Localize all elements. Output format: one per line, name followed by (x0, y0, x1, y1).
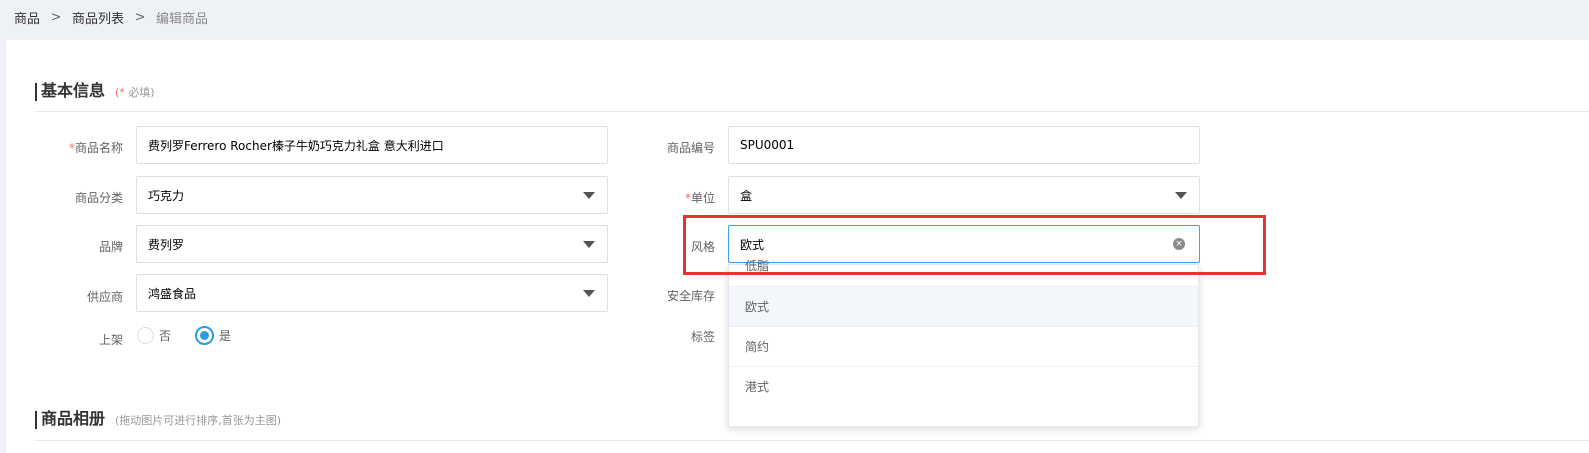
on-shelf-option-yes: 是 (219, 329, 232, 343)
caret-down-icon (583, 192, 595, 199)
on-shelf-option-no: 否 (159, 329, 172, 343)
unit-value: 盒 (740, 188, 753, 203)
supplier-label: 供应商 (86, 290, 123, 304)
basic-info-heading: 基本信息 (41, 81, 106, 100)
album-heading: 商品相册 (41, 409, 106, 428)
unit-select[interactable]: 盒 (728, 176, 1200, 214)
on-shelf-radio-yes[interactable]: 是 (195, 326, 231, 345)
on-shelf-radio-no[interactable]: 否 (137, 327, 171, 344)
product-code-label: 商品编号 (666, 141, 715, 155)
brand-value: 费列罗 (148, 237, 185, 252)
caret-down-icon (1175, 192, 1187, 199)
tags-label: 标签 (690, 330, 715, 344)
highlight-box (683, 215, 1266, 275)
chevron-right-icon: > (134, 10, 146, 25)
breadcrumb-item-product-list[interactable]: 商品列表 (72, 8, 124, 27)
style-option-european[interactable]: 欧式 (729, 287, 1198, 327)
breadcrumb-item-edit-product: 编辑商品 (156, 12, 209, 27)
caret-down-icon (583, 241, 595, 248)
radio-circle-checked[interactable] (195, 326, 214, 345)
product-name-label-text: 商品名称 (74, 141, 123, 155)
style-dropdown: 低脂 欧式 简约 港式 (728, 259, 1199, 427)
supplier-select[interactable]: 鸿盛食品 (136, 274, 608, 312)
unit-label: *单位 (625, 189, 715, 206)
radio-circle[interactable] (137, 327, 154, 344)
basic-info-title: 基本信息 (* 必填) (35, 83, 155, 101)
brand-select[interactable]: 费列罗 (136, 225, 608, 263)
style-option-simple[interactable]: 简约 (729, 327, 1198, 367)
safety-stock-label: 安全库存 (666, 289, 715, 303)
category-label: 商品分类 (74, 191, 123, 205)
chevron-right-icon: > (50, 10, 62, 25)
category-select[interactable]: 巧克力 (136, 176, 608, 214)
caret-down-icon (583, 290, 595, 297)
required-hint: (* 必填) (115, 85, 155, 101)
product-name-label: *商品名称 (33, 139, 123, 156)
breadcrumb: 商品 > 商品列表 > 编辑商品 (14, 8, 208, 27)
product-code-value: SPU0001 (740, 138, 795, 152)
brand-label: 品牌 (98, 240, 123, 254)
unit-label-text: 单位 (690, 191, 715, 205)
breadcrumb-item-products[interactable]: 商品 (14, 8, 40, 27)
product-name-input[interactable]: 费列罗Ferrero Rocher榛子牛奶巧克力礼盒 意大利进口 (136, 126, 608, 164)
basic-info-divider (35, 111, 1589, 112)
album-title: 商品相册 (拖动图片可进行排序,首张为主图) (35, 411, 281, 429)
product-name-value: 费列罗Ferrero Rocher榛子牛奶巧克力礼盒 意大利进口 (148, 138, 444, 153)
style-option-hongkong[interactable]: 港式 (729, 367, 1198, 407)
on-shelf-label: 上架 (98, 333, 123, 347)
required-hint-text: 必填) (128, 86, 155, 99)
product-code-input[interactable]: SPU0001 (728, 126, 1200, 164)
required-star: (* (115, 86, 125, 99)
category-value: 巧克力 (148, 188, 185, 203)
album-hint: (拖动图片可进行排序,首张为主图) (115, 414, 282, 427)
supplier-value: 鸿盛食品 (148, 286, 197, 301)
album-divider (35, 440, 1589, 441)
